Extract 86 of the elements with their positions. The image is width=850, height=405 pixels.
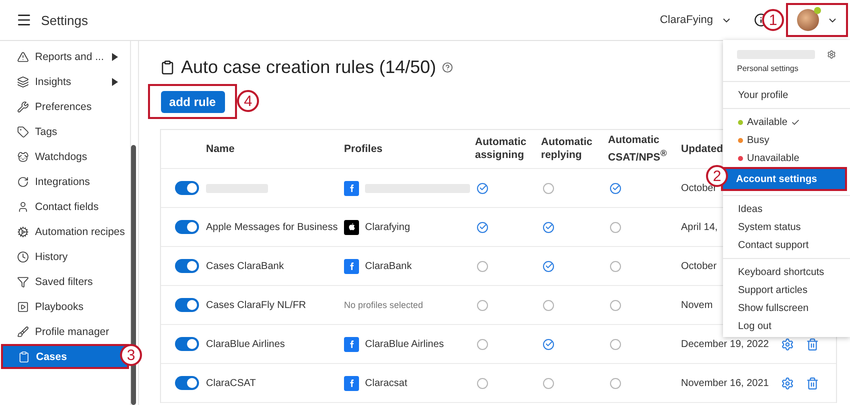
clock-icon — [17, 250, 29, 262]
sidebar-item[interactable]: Insights — [0, 69, 128, 94]
menu-icon[interactable] — [16, 12, 32, 28]
profile-name: Clarafying — [365, 222, 410, 232]
column-header: Profiles — [344, 142, 384, 156]
updated-date: October — [681, 260, 717, 272]
tag-icon — [17, 126, 29, 138]
add-rule-button[interactable]: add rule — [160, 90, 224, 112]
toggle-switch[interactable] — [175, 181, 199, 195]
sidebar-item[interactable]: Cases — [1, 344, 129, 369]
toggle-switch[interactable] — [175, 298, 199, 312]
page-title: Auto case creation rules (14/50) — [181, 57, 436, 78]
layers-icon — [17, 76, 29, 88]
menu-subtitle: Personal settings — [737, 64, 800, 73]
clipboard-icon — [160, 60, 175, 75]
dog-icon — [17, 150, 29, 162]
filter-icon — [17, 276, 29, 288]
menu-item[interactable]: Available — [723, 113, 850, 131]
menu-item[interactable]: Ideas — [723, 200, 850, 218]
brush-icon — [17, 326, 29, 338]
user-icon — [17, 200, 29, 212]
toggle-switch[interactable] — [175, 337, 199, 351]
menu-item[interactable]: Keyboard shortcuts — [723, 263, 850, 281]
settings-icon[interactable] — [781, 338, 794, 350]
toggle-switch[interactable] — [175, 259, 199, 273]
column-header: Automatic CSAT/NPS$^{®}$ — [608, 134, 668, 164]
profile-name: ClaraBank — [365, 260, 412, 272]
warning-icon — [17, 50, 29, 62]
rule-name: ClaraBlue Airlines — [206, 338, 285, 350]
trash-icon[interactable] — [806, 376, 819, 390]
callout-number: 2 — [706, 165, 728, 187]
wrench-icon — [17, 100, 29, 112]
profile-name: ClaraBlue Airlines — [365, 338, 444, 350]
play-icon — [17, 300, 29, 312]
facebook-logo-icon — [344, 180, 359, 196]
menu-item[interactable]: Support articles — [723, 281, 850, 299]
empty-profile-text: No profiles selected — [344, 300, 424, 310]
profile-name: Claracsat — [365, 378, 408, 388]
callout-number: 1 — [762, 9, 784, 31]
refresh-icon — [17, 176, 29, 188]
menu-item[interactable]: Show fullscreen — [723, 299, 850, 317]
column-header: Updated — [681, 142, 724, 156]
facebook-logo-icon — [344, 336, 359, 352]
apple-logo-icon — [344, 220, 359, 234]
rule-name: Cases ClaraFly NL/FR — [206, 300, 306, 310]
sidebar-item[interactable]: Reports and ... — [0, 44, 128, 69]
clipboard-icon — [18, 350, 30, 362]
updated-date: November 16, 2021 — [681, 378, 769, 388]
menu-item[interactable]: Log out — [723, 317, 850, 335]
updated-date: Novem — [681, 300, 713, 310]
menu-item[interactable]: System status — [723, 218, 850, 236]
sidebar-item[interactable]: Integrations — [0, 169, 128, 194]
help-icon[interactable] — [442, 62, 454, 73]
sidebar-item[interactable]: Profile manager — [0, 319, 128, 344]
sidebar-item[interactable]: Playbooks — [0, 294, 128, 319]
menu-item[interactable]: Unavailable — [723, 149, 850, 167]
toggle-switch[interactable] — [175, 220, 199, 234]
column-header: Automatic replying — [541, 136, 594, 162]
gear-icon — [17, 226, 29, 238]
window-title: Settings — [41, 12, 88, 28]
callout-number: 4 — [237, 90, 259, 112]
settings-icon[interactable] — [781, 376, 794, 390]
column-header: Automatic assigning — [475, 136, 528, 162]
sidebar-item[interactable]: Watchdogs — [0, 144, 128, 169]
sidebar-item[interactable]: Preferences — [0, 94, 128, 119]
menu-item[interactable]: Your profile — [723, 86, 850, 104]
account-selector[interactable]: ClaraFying — [660, 14, 732, 26]
facebook-logo-icon — [344, 258, 359, 274]
rule-name: Cases ClaraBank — [206, 260, 284, 272]
rule-name: Apple Messages for Business — [206, 222, 338, 232]
rule-name: ClaraCSAT — [206, 378, 256, 388]
menu-item[interactable]: Contact support — [723, 236, 850, 254]
column-header: Name — [206, 142, 236, 156]
sidebar-item[interactable]: Automation recipes — [0, 219, 128, 244]
updated-date: December 19, 2022 — [681, 338, 769, 350]
sidebar-item[interactable]: Contact fields — [0, 194, 128, 219]
menu-item[interactable]: Busy — [723, 131, 850, 149]
sidebar-item[interactable]: History — [0, 244, 128, 269]
updated-date: April 14, — [681, 222, 718, 232]
menu-item[interactable]: Account settings — [721, 167, 847, 191]
settings-icon[interactable] — [827, 50, 836, 59]
trash-icon[interactable] — [806, 338, 819, 350]
toggle-switch[interactable] — [175, 376, 199, 390]
facebook-logo-icon — [344, 376, 359, 390]
sidebar-item[interactable]: Saved filters — [0, 269, 128, 294]
sidebar-item[interactable]: Tags — [0, 119, 128, 144]
